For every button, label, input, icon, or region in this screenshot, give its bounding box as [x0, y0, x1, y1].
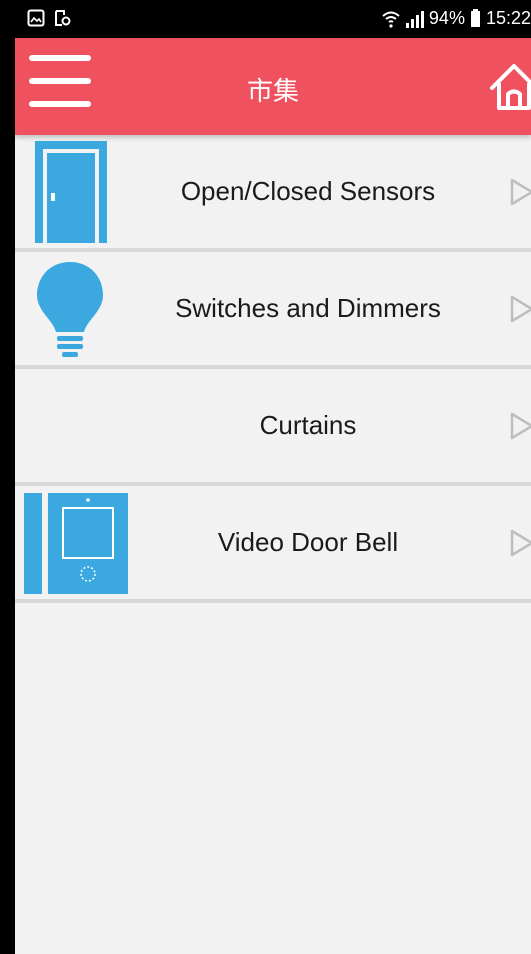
app-header: 市集 [15, 38, 531, 135]
battery-percentage: 94% [428, 8, 465, 28]
chevron-right-outline-icon [510, 178, 531, 206]
signal-icon [405, 10, 424, 28]
gallery-notification-icon [27, 9, 45, 27]
clock-time: 15:22 [485, 8, 531, 28]
status-bar-right: 94% 15:22 [381, 8, 531, 29]
screen: 94% 15:22 市集 Open/Closed Sensors Switche… [15, 0, 531, 954]
list-item-label: Curtains [259, 410, 357, 440]
hamburger-menu-icon [29, 55, 91, 61]
category-list: Open/Closed Sensors Switches and Dimmers… [15, 135, 531, 603]
status-bar: 94% 15:22 [15, 0, 531, 38]
list-item-switches-and-dimmers[interactable]: Switches and Dimmers [15, 252, 531, 369]
chevron-right-outline-icon [510, 295, 531, 323]
list-item-open-closed-sensors[interactable]: Open/Closed Sensors [15, 135, 531, 252]
door-icon [35, 141, 107, 243]
screenshot-notification-icon [55, 10, 71, 26]
light-bulb-icon [37, 262, 103, 357]
list-item-label: Open/Closed Sensors [180, 176, 436, 206]
home-icon [490, 64, 531, 110]
home-button[interactable] [489, 63, 531, 111]
status-bar-left [27, 9, 71, 27]
list-item-label: Video Door Bell [217, 527, 399, 557]
battery-icon [470, 8, 480, 27]
wifi-calling-icon [382, 11, 400, 28]
list-item-curtains[interactable]: Curtains [15, 369, 531, 486]
list-item-label: Switches and Dimmers [175, 293, 441, 323]
chevron-right-outline-icon [510, 412, 531, 440]
list-item-video-door-bell[interactable]: Video Door Bell [15, 486, 531, 603]
video-intercom-icon [24, 493, 128, 594]
page-title: 市集 [246, 77, 299, 107]
chevron-right-outline-icon [510, 529, 531, 557]
